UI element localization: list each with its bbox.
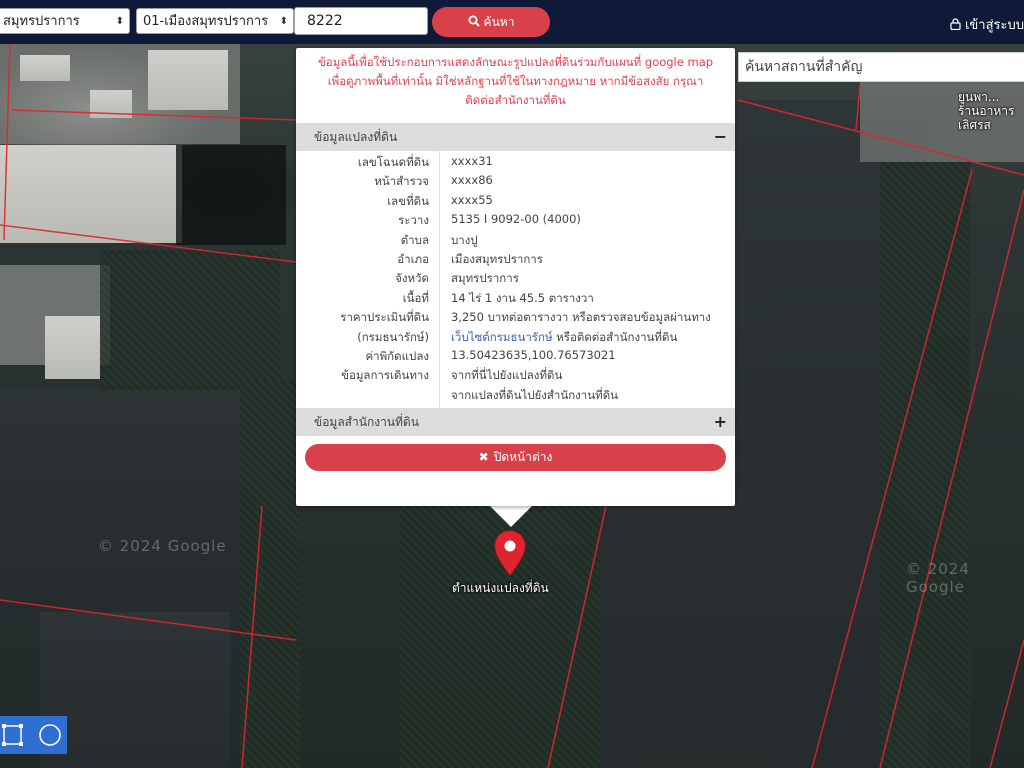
detail-row: เลขที่ดิน xxxx55	[296, 193, 735, 212]
detail-row: จังหวัด สมุทรปราการ	[296, 270, 735, 289]
detail-value-text: หรือติดต่อสำนักงานที่ดิน	[552, 329, 678, 344]
directions-to-office-link[interactable]: จากแปลงที่ดินไปยังสำนักงานที่ดิน	[451, 387, 618, 405]
map-place-label[interactable]: ยูนพา... ร้านอาหารเลิศรส	[958, 90, 1024, 134]
close-window-button[interactable]: ✖ ปิดหน้าต่าง	[305, 444, 726, 471]
detail-value: xxxx86	[451, 173, 493, 188]
detail-value: xxxx31	[451, 154, 493, 168]
parcel-info-popup: ข้อมูลนี้เพื่อใช้ประกอบการแสดงลักษณะรูปแ…	[296, 48, 735, 506]
disclaimer-text: ข้อมูลนี้เพื่อใช้ประกอบการแสดงลักษณะรูปแ…	[302, 53, 729, 110]
detail-value: 3,250 บาทต่อตารางวา หรือตรวจสอบข้อมูลผ่า…	[451, 310, 711, 325]
close-icon: ✖	[478, 450, 489, 464]
province-select-value: สมุทรปราการ	[3, 14, 80, 29]
expand-icon[interactable]: +	[714, 408, 727, 436]
draw-circle-icon	[39, 724, 61, 746]
close-button-label: ปิดหน้าต่าง	[493, 450, 553, 464]
treasury-website-link[interactable]: เว็บไซต์กรมธนารักษ์	[451, 330, 553, 344]
detail-row: เลขโฉนดที่ดิน xxxx31	[296, 154, 735, 173]
top-bar: สมุทรปราการ ⬍ 01-เมืองสมุทรปราการ ⬍ 8222…	[0, 0, 1024, 44]
province-select[interactable]: สมุทรปราการ ⬍	[0, 8, 130, 34]
search-button[interactable]: ค้นหา	[432, 7, 550, 37]
updown-arrow-icon: ⬍	[115, 16, 124, 27]
detail-row: อำเภอ เมืองสมุทรปราการ	[296, 251, 735, 270]
land-office-section-header[interactable]: ข้อมูลสำนักงานที่ดิน +	[296, 408, 735, 436]
map-marker-icon[interactable]	[494, 530, 526, 576]
detail-label: ระวาง	[398, 213, 429, 228]
detail-value: เว็บไซต์กรมธนารักษ์ หรือติดต่อสำนักงานที…	[451, 329, 677, 347]
detail-row: หน้าสำรวจ xxxx86	[296, 173, 735, 192]
detail-value: บางปู	[451, 232, 478, 247]
disclaimer-line: เพื่อดูภาพพื้นที่เท่านั้น มิใช่หลักฐานที…	[327, 74, 704, 88]
section-title: ข้อมูลแปลงที่ดิน	[314, 130, 398, 144]
detail-row: จากแปลงที่ดินไปยังสำนักงานที่ดิน	[296, 387, 735, 406]
popup-tail	[489, 505, 533, 527]
disclaimer-line: ข้อมูลนี้เพื่อใช้ประกอบการแสดงลักษณะรูปแ…	[317, 55, 714, 69]
detail-row: ข้อมูลการเดินทาง จากที่นี่ไปยังแปลงที่ดิ…	[296, 367, 735, 386]
detail-row: ตำบล บางปู	[296, 232, 735, 251]
detail-row: (กรมธนารักษ์) เว็บไซต์กรมธนารักษ์ หรือติ…	[296, 329, 735, 348]
marker-label: ตำแหน่งแปลงที่ดิน	[452, 581, 549, 595]
detail-value: 5135 I 9092-00 (4000)	[451, 212, 581, 227]
disclaimer-line: ติดต่อสำนักงานที่ดิน	[465, 93, 566, 107]
detail-label: ตำบล	[400, 232, 429, 247]
map-watermark: © 2024 Google	[98, 537, 227, 555]
detail-label: เลขโฉนดที่ดิน	[357, 155, 429, 169]
detail-label: (กรมธนารักษ์)	[357, 329, 429, 344]
detail-row: ระวาง 5135 I 9092-00 (4000)	[296, 212, 735, 231]
detail-value: เมืองสมุทรปราการ	[451, 252, 543, 266]
draw-circle-button[interactable]	[33, 716, 67, 754]
section-title: ข้อมูลสำนักงานที่ดิน	[314, 415, 419, 429]
detail-label: จังหวัด	[395, 271, 429, 286]
draw-rectangle-icon	[2, 724, 23, 746]
detail-value: xxxx55	[451, 192, 493, 207]
parcel-info-section-header[interactable]: ข้อมูลแปลงที่ดิน −	[296, 123, 735, 151]
updown-arrow-icon: ⬍	[279, 16, 288, 27]
map-watermark: © 2024 Google	[906, 560, 970, 596]
detail-label: ค่าพิกัดแปลง	[365, 349, 429, 363]
detail-label: เนื้อที่	[402, 290, 429, 305]
login-label: เข้าสู่ระบบ	[964, 18, 1024, 33]
landmark-search-input[interactable]: ค้นหาสถานที่สำคัญ	[738, 52, 1024, 82]
draw-rectangle-button[interactable]	[0, 716, 34, 754]
collapse-icon[interactable]: −	[714, 123, 727, 151]
detail-value: 14 ไร่ 1 งาน 45.5 ตารางวา	[451, 290, 594, 305]
detail-row: ค่าพิกัดแปลง 13.50423635,100.76573021	[296, 348, 735, 367]
district-select[interactable]: 01-เมืองสมุทรปราการ ⬍	[136, 8, 294, 34]
directions-to-parcel-link[interactable]: จากที่นี่ไปยังแปลงที่ดิน	[451, 367, 562, 385]
detail-label: ข้อมูลการเดินทาง	[341, 368, 429, 383]
detail-label: หน้าสำรวจ	[374, 174, 429, 189]
detail-row: เนื้อที่ 14 ไร่ 1 งาน 45.5 ตารางวา	[296, 290, 735, 309]
coordinates-link[interactable]: 13.50423635,100.76573021	[451, 348, 616, 362]
search-button-label: ค้นหา	[483, 15, 515, 29]
search-icon	[468, 15, 480, 27]
parcel-details: เลขโฉนดที่ดิน xxxx31 หน้าสำรวจ xxxx86 เล…	[296, 151, 735, 408]
district-select-value: 01-เมืองสมุทรปราการ	[143, 14, 269, 29]
detail-label: อำเภอ	[397, 252, 429, 266]
detail-row: ราคาประเมินที่ดิน 3,250 บาทต่อตารางวา หร…	[296, 309, 735, 328]
detail-label: ราคาประเมินที่ดิน	[340, 310, 429, 325]
detail-value: สมุทรปราการ	[451, 271, 519, 286]
detail-label: เลขที่ดิน	[387, 193, 429, 208]
lock-icon	[950, 18, 961, 31]
login-link[interactable]: เข้าสู่ระบบ	[950, 14, 1024, 35]
parcel-number-input[interactable]: 8222	[294, 7, 428, 35]
